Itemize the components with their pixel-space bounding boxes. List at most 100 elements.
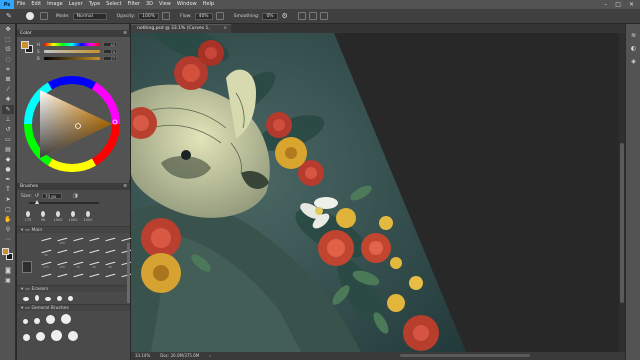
- new-brush-icon[interactable]: ◨: [73, 193, 78, 199]
- maximize-button[interactable]: □: [615, 1, 621, 8]
- color-wheel[interactable]: [20, 72, 124, 176]
- brush-preset[interactable]: [55, 270, 69, 282]
- brush-tip-icon[interactable]: [23, 297, 29, 301]
- recent-brush[interactable]: 96: [38, 211, 48, 222]
- brush-preset[interactable]: 175: [39, 258, 53, 270]
- brush-preset[interactable]: [87, 270, 101, 282]
- brush-tip-icon[interactable]: [68, 331, 78, 341]
- brush-tip-icon[interactable]: [57, 296, 62, 301]
- foreground-color-swatch[interactable]: [2, 248, 9, 255]
- flow-field[interactable]: 40%: [194, 12, 213, 20]
- blur-tool-icon[interactable]: ◆: [2, 155, 14, 164]
- close-window-button[interactable]: ✕: [629, 1, 634, 8]
- properties-panel-icon[interactable]: ◈: [628, 56, 639, 66]
- panel-menu-icon[interactable]: ≡: [123, 30, 130, 37]
- size-slider-thumb[interactable]: [35, 200, 39, 204]
- smoothing-field[interactable]: 0%: [262, 12, 279, 20]
- brush-preset[interactable]: [71, 246, 85, 258]
- recent-brush[interactable]: 1000: [68, 211, 78, 222]
- brush-preset[interactable]: [71, 234, 85, 246]
- angle-icon[interactable]: [297, 12, 306, 20]
- pressure-size-icon[interactable]: [308, 12, 317, 20]
- brush-preset[interactable]: 25: [87, 258, 101, 270]
- menu-view[interactable]: View: [156, 0, 174, 9]
- gear-icon[interactable]: ⚙: [281, 12, 287, 20]
- horizontal-scroll-thumb[interactable]: [400, 354, 530, 357]
- brush-preset[interactable]: [39, 270, 53, 282]
- symmetry-icon[interactable]: [319, 12, 328, 20]
- mode-select[interactable]: Normal: [72, 12, 107, 20]
- frame-tool-icon[interactable]: ⊠: [2, 75, 14, 84]
- hue-value[interactable]: 40: [103, 42, 117, 47]
- brush-tool-icon[interactable]: ✎: [2, 105, 14, 114]
- recent-brush[interactable]: 1000: [53, 211, 63, 222]
- foreground-color-chip[interactable]: [21, 41, 29, 49]
- lasso-tool-icon[interactable]: ᘎ: [2, 45, 14, 54]
- menu-3d[interactable]: 3D: [143, 0, 156, 9]
- layers-panel-icon[interactable]: ≋: [628, 30, 639, 40]
- close-tab-icon[interactable]: ×: [223, 25, 231, 33]
- adjustments-panel-icon[interactable]: ◐: [628, 43, 639, 53]
- move-tool-icon[interactable]: ✥: [2, 25, 14, 34]
- brush-tip-icon[interactable]: [45, 297, 51, 301]
- menu-help[interactable]: Help: [200, 0, 217, 9]
- saturation-slider[interactable]: [44, 50, 100, 53]
- brush-tip-icon[interactable]: [23, 319, 28, 324]
- quick-select-tool-icon[interactable]: ◌: [2, 55, 14, 64]
- brush-preset-picker[interactable]: [25, 12, 34, 20]
- type-tool-icon[interactable]: T: [2, 185, 14, 194]
- brush-preset[interactable]: 25: [39, 246, 53, 258]
- brush-preset[interactable]: [87, 246, 101, 258]
- brushes-scrollbar[interactable]: [127, 243, 130, 303]
- brush-settings-toggle[interactable]: [39, 12, 48, 20]
- menu-image[interactable]: Image: [44, 0, 66, 9]
- brushes-panel-header[interactable]: Brushes ≡: [17, 183, 130, 190]
- hue-slider[interactable]: [44, 43, 100, 46]
- canvas-area[interactable]: [131, 33, 625, 352]
- brush-preset[interactable]: [87, 234, 101, 246]
- screen-mode-icon[interactable]: ▣: [2, 276, 14, 285]
- color-panel-header[interactable]: Color ≡: [17, 30, 130, 37]
- healing-brush-tool-icon[interactable]: ✚: [2, 95, 14, 104]
- size-slider[interactable]: [29, 200, 99, 204]
- path-select-tool-icon[interactable]: ➤: [2, 195, 14, 204]
- brush-group-main[interactable]: ▾ ▭ Main: [17, 226, 130, 233]
- vertical-scroll-thumb[interactable]: [620, 143, 624, 303]
- status-arrow-icon[interactable]: ›: [209, 352, 211, 360]
- dodge-tool-icon[interactable]: ●: [2, 165, 14, 174]
- quick-mask-icon[interactable]: ◙: [2, 266, 14, 275]
- brush-preset[interactable]: 100: [55, 234, 69, 246]
- brush-preset[interactable]: [55, 246, 69, 258]
- brush-tip-icon[interactable]: [61, 314, 71, 324]
- crop-tool-icon[interactable]: ⌗: [2, 65, 14, 74]
- brush-preset[interactable]: [103, 246, 117, 258]
- menu-select[interactable]: Select: [103, 0, 124, 9]
- brightness-value[interactable]: 77: [103, 56, 117, 61]
- pen-tool-icon[interactable]: ✒: [2, 175, 14, 184]
- opacity-field[interactable]: 100%: [138, 12, 160, 20]
- hand-tool-icon[interactable]: ✋: [2, 215, 14, 224]
- size-reset-icon[interactable]: ↺: [35, 193, 39, 199]
- zoom-level[interactable]: 33.14%: [135, 352, 150, 360]
- brightness-slider[interactable]: [44, 57, 100, 60]
- recent-brush[interactable]: 1000: [83, 211, 93, 222]
- brush-tool-icon[interactable]: ✎: [6, 12, 12, 20]
- brush-tip-icon[interactable]: [23, 334, 30, 341]
- brush-tip-icon[interactable]: [68, 296, 73, 301]
- brush-preset[interactable]: 25: [103, 258, 117, 270]
- menu-file[interactable]: File: [14, 0, 28, 9]
- shape-tool-icon[interactable]: ▢: [2, 205, 14, 214]
- brush-preset[interactable]: 100: [55, 258, 69, 270]
- history-brush-tool-icon[interactable]: ↺: [2, 125, 14, 134]
- gradient-tool-icon[interactable]: ▤: [2, 145, 14, 154]
- recent-brush[interactable]: 175: [23, 211, 33, 222]
- artwork-canvas[interactable]: [131, 33, 625, 352]
- brush-preset[interactable]: 15: [71, 258, 85, 270]
- brush-group-general[interactable]: ▾ ▭ General Brushes: [17, 304, 130, 311]
- document-tab[interactable]: nothing.psd @ 33.1% (Curves 1, RGB/8*) *…: [131, 24, 231, 39]
- pressure-opacity-icon[interactable]: [162, 12, 171, 20]
- eraser-tool-icon[interactable]: ▭: [2, 135, 14, 144]
- brush-tip-icon[interactable]: [46, 315, 55, 324]
- panel-menu-icon[interactable]: ≡: [123, 183, 130, 190]
- brush-tip-icon[interactable]: [35, 295, 39, 301]
